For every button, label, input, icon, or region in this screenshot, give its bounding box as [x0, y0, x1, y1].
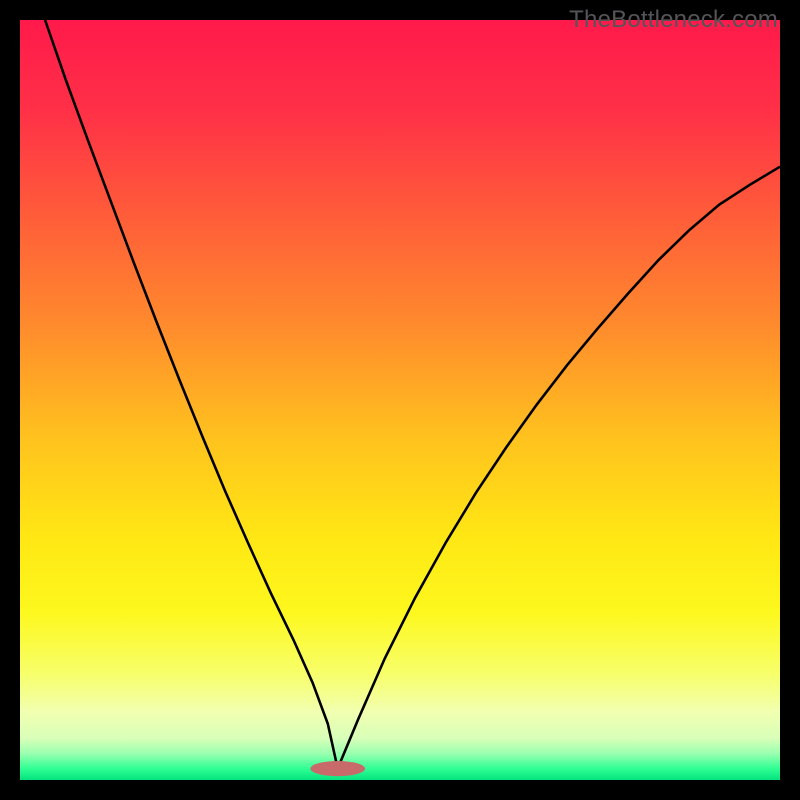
chart-svg [20, 20, 780, 780]
watermark-text: TheBottleneck.com [569, 6, 778, 34]
chart-frame: TheBottleneck.com [0, 0, 800, 800]
minimum-marker [310, 761, 365, 776]
gradient-background [20, 20, 780, 780]
plot-area [20, 20, 780, 780]
